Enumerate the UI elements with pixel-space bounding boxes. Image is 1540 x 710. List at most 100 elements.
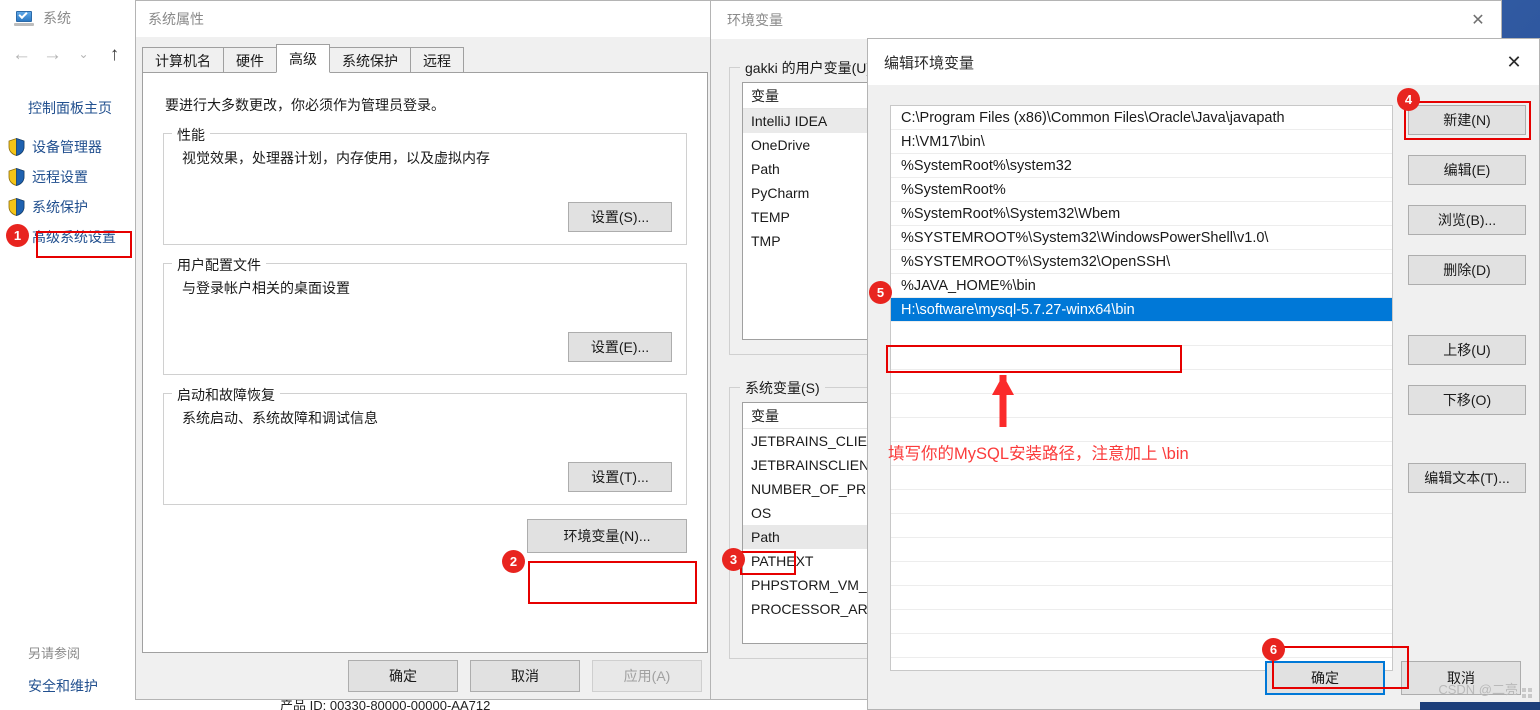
taskbar-strip [1420,702,1540,710]
system-computer-icon [14,9,34,26]
path-entry-row-empty[interactable] [891,514,1392,538]
path-entry-row[interactable]: H:\VM17\bin\ [891,130,1392,154]
path-entry-row-mysql-selected[interactable]: H:\software\mysql-5.7.27-winx64\bin [891,298,1392,322]
environment-variables-button[interactable]: 环境变量(N)... [527,519,687,553]
path-entry-row-empty[interactable] [891,346,1392,370]
system-properties-apply-button: 应用(A) [592,660,702,692]
csdn-watermark: CSDN @二亮 [1438,682,1518,697]
path-entry-row[interactable]: %SystemRoot%\system32 [891,154,1392,178]
delete-button[interactable]: 删除(D) [1408,255,1526,285]
system-properties-dialog: 系统属性 计算机名 硬件 高级 系统保护 远程 要进行大多数更改，你必须作为管理… [135,0,715,700]
tab-advanced[interactable]: 高级 [276,44,330,73]
step-badge-5: 5 [869,281,892,304]
user-profiles-settings-button[interactable]: 设置(E)... [568,332,672,362]
annotation-text: 填写你的MySQL安装路径，注意加上 \bin [888,445,1189,463]
system-properties-cancel-button[interactable]: 取消 [470,660,580,692]
performance-group-title: 性能 [172,125,210,145]
move-up-button[interactable]: 上移(U) [1408,335,1526,365]
advanced-tab-panel: 要进行大多数更改，你必须作为管理员登录。 性能 视觉效果，处理器计划，内存使用，… [142,72,708,653]
environment-variables-button-row: 环境变量(N)... [163,519,687,553]
path-entry-row-empty[interactable] [891,610,1392,634]
path-entry-row-empty[interactable] [891,370,1392,394]
system-properties-footer: 确定 取消 应用(A) [136,653,714,699]
tab-remote[interactable]: 远程 [410,47,464,73]
tab-hardware[interactable]: 硬件 [223,47,277,73]
edit-variable-body: C:\Program Files (x86)\Common Files\Orac… [868,85,1539,709]
system-properties-tabstrip: 计算机名 硬件 高级 系统保护 远程 [142,44,708,73]
path-entry-row-empty[interactable] [891,394,1392,418]
startup-recovery-settings-button[interactable]: 设置(T)... [568,462,672,492]
edit-variable-button-column: 新建(N) 编辑(E) 浏览(B)... 删除(D) 上移(U) 下移(O) 编… [1408,105,1528,513]
sidebar-item-security-and-maintenance[interactable]: 安全和维护 [0,676,135,696]
system-properties-body: 计算机名 硬件 高级 系统保护 远程 要进行大多数更改，你必须作为管理员登录。 … [136,37,714,699]
path-entry-row[interactable]: %SYSTEMROOT%\System32\WindowsPowerShell\… [891,226,1392,250]
edit-text-button[interactable]: 编辑文本(T)... [1408,463,1526,493]
sidebar-item-control-panel-home[interactable]: 控制面板主页 [0,98,135,118]
shield-icon [8,138,25,156]
watermark-dots-icon [1522,688,1536,702]
step-badge-6: 6 [1262,638,1285,661]
forward-arrow-icon[interactable]: → [37,39,68,69]
step-badge-1: 1 [6,224,29,247]
move-down-button[interactable]: 下移(O) [1408,385,1526,415]
path-entry-row[interactable]: %SYSTEMROOT%\System32\OpenSSH\ [891,250,1392,274]
performance-group: 性能 视觉效果，处理器计划，内存使用，以及虚拟内存 设置(S)... [163,125,687,245]
sidebar-item-system-protection[interactable]: 系统保护 [0,192,135,222]
path-entry-row-empty[interactable] [891,586,1392,610]
shield-icon [8,198,25,216]
path-entry-row-empty[interactable] [891,562,1392,586]
path-entry-row[interactable]: %SystemRoot% [891,178,1392,202]
path-entry-row[interactable]: %SystemRoot%\System32\Wbem [891,202,1392,226]
system-properties-title: 系统属性 [148,11,204,27]
path-entry-row-empty[interactable] [891,490,1392,514]
see-also-label: 另请参阅 [28,646,81,661]
startup-recovery-group-desc: 系统启动、系统故障和调试信息 [182,410,378,426]
sidebar-item-remote-settings[interactable]: 远程设置 [0,162,135,192]
edit-environment-variable-dialog: 编辑环境变量 ✕ C:\Program Files (x86)\Common F… [867,38,1540,710]
path-entries-list[interactable]: C:\Program Files (x86)\Common Files\Orac… [890,105,1393,671]
startup-recovery-group-title: 启动和故障恢复 [172,385,280,405]
path-entry-row-empty[interactable] [891,322,1392,346]
step-badge-4: 4 [1397,88,1420,111]
path-entry-row-empty[interactable] [891,634,1392,658]
path-entry-row-empty[interactable] [891,466,1392,490]
edit-variable-ok-button[interactable]: 确定 [1265,661,1385,695]
path-entry-row-empty[interactable] [891,538,1392,562]
step-badge-2: 2 [502,550,525,573]
system-window-title: 系统 [43,10,71,26]
step-badge-3: 3 [722,548,745,571]
environment-variables-title: 环境变量 [727,12,783,28]
path-entry-row-empty[interactable] [891,418,1392,442]
sidebar-item-label: 高级系统设置 [32,229,116,245]
startup-recovery-group: 启动和故障恢复 系统启动、系统故障和调试信息 设置(T)... [163,385,687,505]
chevron-down-icon[interactable]: ⌄ [68,39,99,69]
user-variables-group-title: gakki 的用户变量(U) [740,58,877,78]
sidebar-item-label: 系统保护 [32,199,88,215]
user-profiles-group: 用户配置文件 与登录帐户相关的桌面设置 设置(E)... [163,255,687,375]
shield-icon [8,168,25,186]
tab-computer-name[interactable]: 计算机名 [142,47,224,73]
environment-variables-titlebar: 环境变量 ✕ [711,1,1501,39]
close-icon[interactable]: ✕ [1489,39,1539,85]
new-button[interactable]: 新建(N) [1408,105,1526,135]
user-profiles-group-title: 用户配置文件 [172,255,266,275]
sidebar-item-label: 设备管理器 [32,139,102,155]
user-profiles-group-desc: 与登录帐户相关的桌面设置 [182,280,350,296]
edit-button[interactable]: 编辑(E) [1408,155,1526,185]
edit-variable-title: 编辑环境变量 [884,54,975,72]
edit-variable-titlebar: 编辑环境变量 ✕ [868,39,1539,85]
browse-button[interactable]: 浏览(B)... [1408,205,1526,235]
performance-group-desc: 视觉效果，处理器计划，内存使用，以及虚拟内存 [182,150,490,166]
performance-settings-button[interactable]: 设置(S)... [568,202,672,232]
system-properties-titlebar: 系统属性 [136,1,714,37]
sidebar-item-device-manager[interactable]: 设备管理器 [0,132,135,162]
close-icon[interactable]: ✕ [1455,1,1501,39]
back-arrow-icon[interactable]: ← [6,39,37,69]
tab-system-protection[interactable]: 系统保护 [329,47,411,73]
admin-notice-text: 要进行大多数更改，你必须作为管理员登录。 [165,97,445,113]
system-properties-ok-button[interactable]: 确定 [348,660,458,692]
path-entry-row[interactable]: C:\Program Files (x86)\Common Files\Orac… [891,106,1392,130]
path-entry-row[interactable]: %JAVA_HOME%\bin [891,274,1392,298]
navigation-bar: ← → ⌄ ↑ [0,36,135,72]
up-arrow-icon[interactable]: ↑ [99,39,130,69]
